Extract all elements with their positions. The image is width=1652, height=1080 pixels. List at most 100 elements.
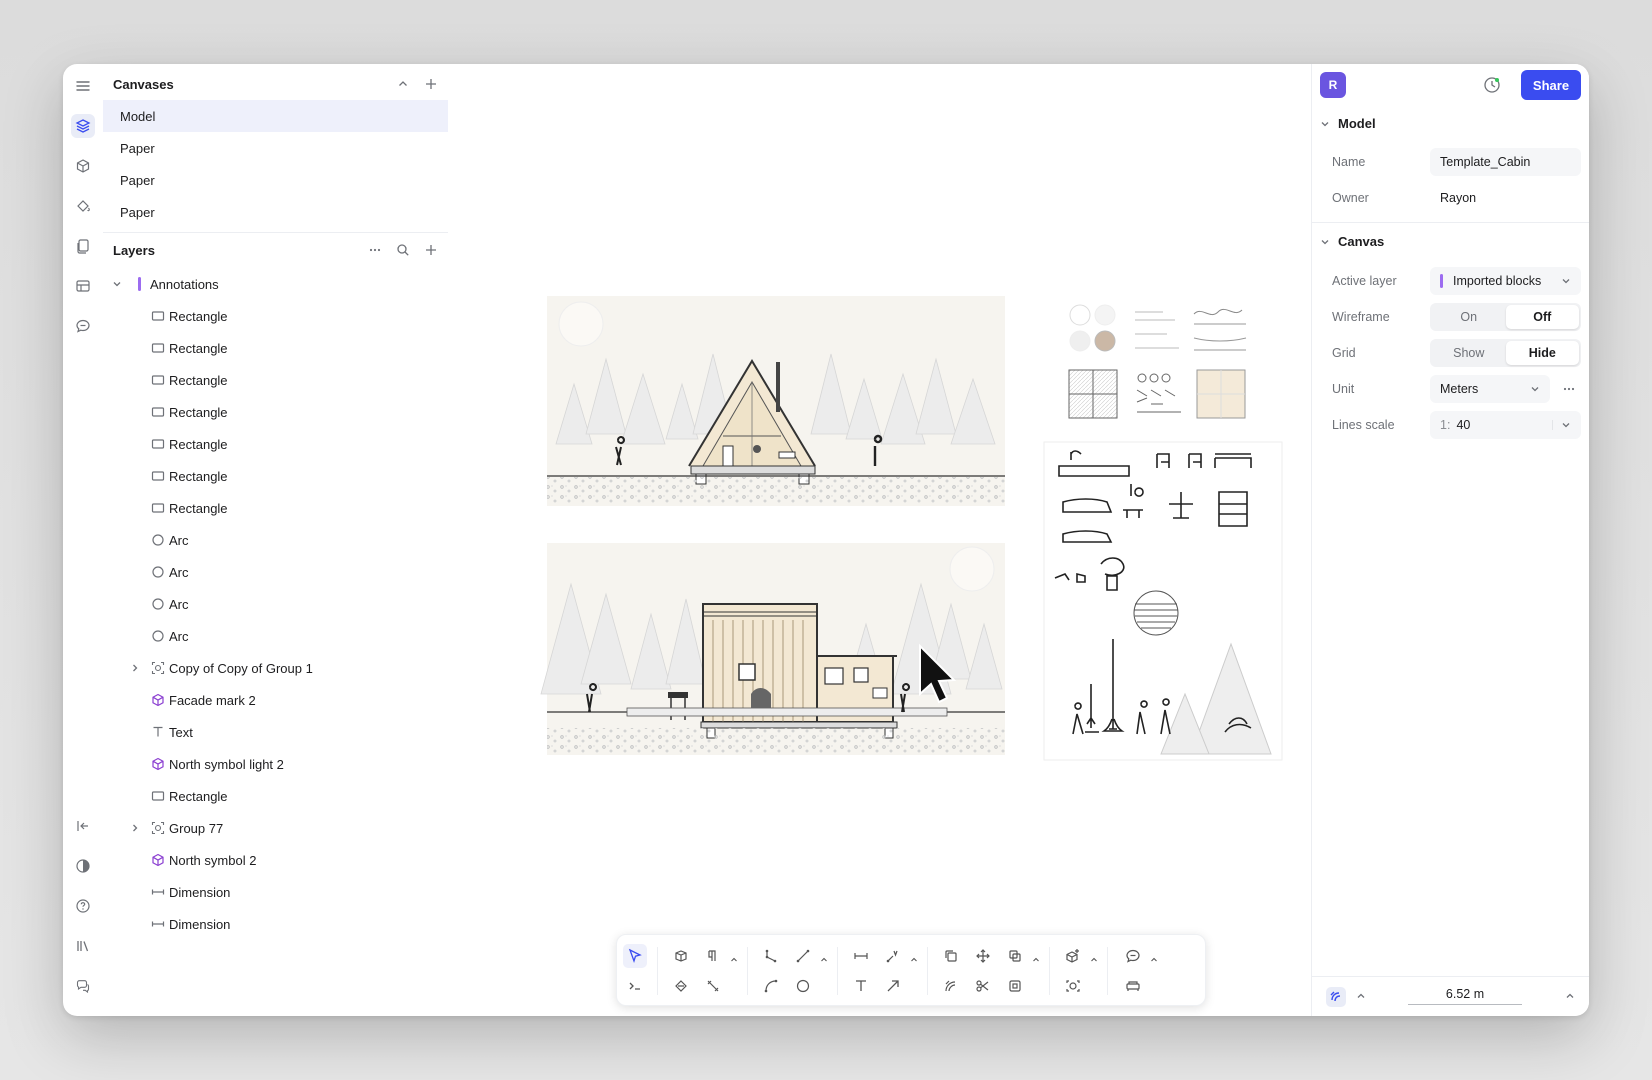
- avatar[interactable]: R: [1320, 72, 1346, 98]
- chevron-up-icon[interactable]: [1089, 955, 1099, 965]
- wireframe-on-option[interactable]: On: [1432, 305, 1506, 329]
- box-tool-icon[interactable]: [669, 944, 693, 968]
- canvas-item-model[interactable]: Model: [103, 100, 448, 132]
- lines-scale-input[interactable]: 1: 40: [1430, 411, 1581, 439]
- layer-row[interactable]: Dimension: [103, 908, 448, 940]
- grid-show-option[interactable]: Show: [1432, 341, 1506, 365]
- layer-row[interactable]: Rectangle: [103, 332, 448, 364]
- chevron-right-icon[interactable]: [129, 662, 141, 674]
- canvas-item-paper[interactable]: Paper: [103, 132, 448, 164]
- layer-row[interactable]: Rectangle: [103, 428, 448, 460]
- chevron-up-icon[interactable]: [1356, 991, 1366, 1001]
- polyline-tool-icon[interactable]: [759, 944, 783, 968]
- add-canvas-plus-icon[interactable]: [424, 77, 438, 91]
- layer-row[interactable]: Text: [103, 716, 448, 748]
- cube-icon[interactable]: [71, 154, 95, 178]
- arc-tool-icon[interactable]: [759, 974, 783, 998]
- measure-value[interactable]: 6.52 m: [1408, 987, 1522, 1005]
- arrow-tool-icon[interactable]: [881, 974, 905, 998]
- layer-row[interactable]: Rectangle: [103, 460, 448, 492]
- canvas-section-header[interactable]: Canvas: [1320, 234, 1384, 249]
- furniture-entourage-block[interactable]: [1043, 441, 1283, 761]
- layer-row[interactable]: Arc: [103, 588, 448, 620]
- chat-icon[interactable]: [71, 974, 95, 998]
- group-tool-icon[interactable]: [1061, 974, 1085, 998]
- chevron-up-icon[interactable]: [1565, 991, 1575, 1001]
- circle-tool-icon[interactable]: [791, 974, 815, 998]
- chevron-up-icon[interactable]: [729, 955, 739, 965]
- chevron-down-icon[interactable]: [111, 278, 123, 290]
- chevron-right-icon[interactable]: [129, 822, 141, 834]
- select-tool-icon[interactable]: [623, 944, 647, 968]
- terminal-tool-icon[interactable]: [623, 974, 647, 998]
- table-icon[interactable]: [71, 274, 95, 298]
- paint-bucket-icon[interactable]: [71, 194, 95, 218]
- active-layer-select[interactable]: Imported blocks: [1430, 267, 1581, 295]
- material-swatches-block[interactable]: [1068, 304, 1247, 419]
- collapse-chevron-up-icon[interactable]: [396, 77, 410, 91]
- dimension-tool-icon[interactable]: [849, 944, 873, 968]
- layer-row[interactable]: Rectangle: [103, 492, 448, 524]
- layer-row[interactable]: Arc: [103, 556, 448, 588]
- duplicate-tool-icon[interactable]: [1003, 944, 1027, 968]
- wall-tool-icon[interactable]: [701, 944, 725, 968]
- layer-row[interactable]: Annotations: [103, 268, 448, 300]
- comment-tool-icon[interactable]: [1121, 944, 1145, 968]
- more-options-icon[interactable]: [368, 243, 382, 257]
- plane-tool-icon[interactable]: [669, 974, 693, 998]
- measure-tool-icon[interactable]: [701, 974, 725, 998]
- angle-dimension-tool-icon[interactable]: [881, 944, 905, 968]
- layers-stack-icon[interactable]: [71, 114, 95, 138]
- contrast-icon[interactable]: [71, 854, 95, 878]
- canvas-item-paper[interactable]: Paper: [103, 196, 448, 228]
- layer-row[interactable]: Rectangle: [103, 364, 448, 396]
- layer-row[interactable]: North symbol 2: [103, 844, 448, 876]
- scissors-icon[interactable]: [971, 974, 995, 998]
- menu-icon[interactable]: [71, 74, 95, 98]
- add-layer-plus-icon[interactable]: [424, 243, 438, 257]
- model-section-header[interactable]: Model: [1320, 116, 1376, 131]
- elevation-modern-cabin-drawing[interactable]: [540, 543, 1005, 755]
- furniture-tool-icon[interactable]: [1121, 974, 1145, 998]
- snap-icon[interactable]: [1326, 987, 1346, 1007]
- layer-row[interactable]: Arc: [103, 524, 448, 556]
- history-icon[interactable]: [1483, 76, 1501, 94]
- model-name-field[interactable]: Template_Cabin: [1430, 148, 1581, 176]
- comments-icon[interactable]: [71, 314, 95, 338]
- chevron-up-icon[interactable]: [909, 955, 919, 965]
- pages-icon[interactable]: [71, 234, 95, 258]
- drawing-canvas[interactable]: [461, 64, 1371, 1016]
- canvas-item-paper[interactable]: Paper: [103, 164, 448, 196]
- search-icon[interactable]: [396, 243, 410, 257]
- line-tool-icon[interactable]: [791, 944, 815, 968]
- help-icon[interactable]: [71, 894, 95, 918]
- add-component-icon[interactable]: [1061, 944, 1085, 968]
- offset-tool-icon[interactable]: [939, 974, 963, 998]
- text-tool-icon[interactable]: [849, 974, 873, 998]
- chevron-up-icon[interactable]: [819, 955, 829, 965]
- share-button[interactable]: Share: [1521, 70, 1581, 100]
- layer-row[interactable]: North symbol light 2: [103, 748, 448, 780]
- scale-tool-icon[interactable]: [1003, 974, 1027, 998]
- layer-row[interactable]: Rectangle: [103, 396, 448, 428]
- wireframe-off-option[interactable]: Off: [1505, 305, 1579, 329]
- layer-row[interactable]: Copy of Copy of Group 1: [103, 652, 448, 684]
- layer-row[interactable]: Facade mark 2: [103, 684, 448, 716]
- chevron-up-icon[interactable]: [1031, 955, 1041, 965]
- layer-row[interactable]: Dimension: [103, 876, 448, 908]
- layer-bar-icon: [133, 277, 147, 291]
- more-options-icon[interactable]: [1557, 377, 1581, 401]
- layer-row[interactable]: Group 77: [103, 812, 448, 844]
- collapse-panel-icon[interactable]: [71, 814, 95, 838]
- library-icon[interactable]: [71, 934, 95, 958]
- copy-tool-icon[interactable]: [939, 944, 963, 968]
- unit-select[interactable]: Meters: [1430, 375, 1550, 403]
- move-tool-icon[interactable]: [971, 944, 995, 968]
- layer-row[interactable]: Rectangle: [103, 780, 448, 812]
- owner-label: Owner: [1332, 191, 1369, 205]
- layer-row[interactable]: Arc: [103, 620, 448, 652]
- grid-hide-option[interactable]: Hide: [1505, 341, 1579, 365]
- elevation-a-frame-drawing[interactable]: [547, 296, 1005, 506]
- layer-row[interactable]: Rectangle: [103, 300, 448, 332]
- chevron-up-icon[interactable]: [1149, 955, 1159, 965]
